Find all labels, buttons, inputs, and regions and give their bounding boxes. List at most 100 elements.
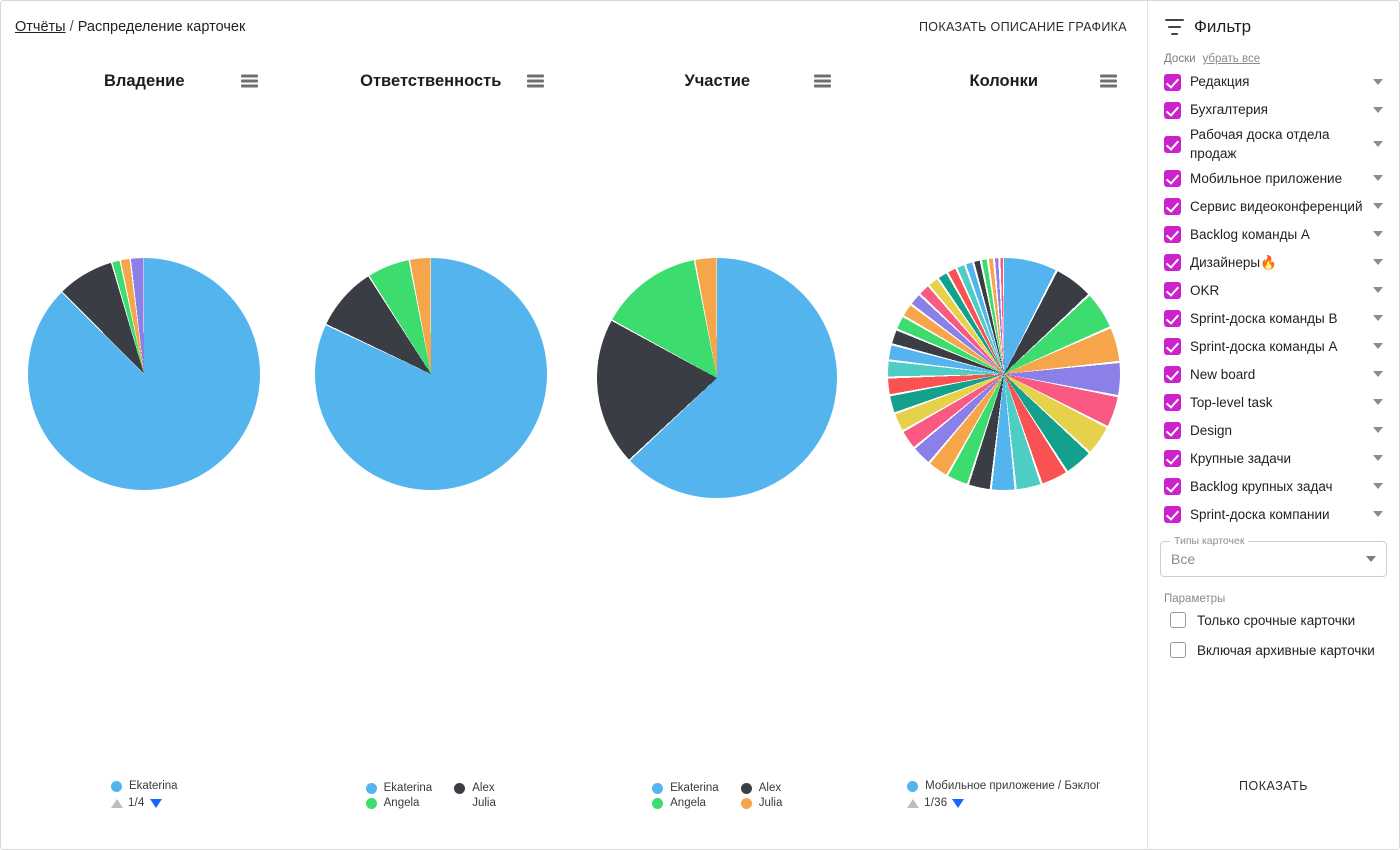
checkbox[interactable] — [1164, 101, 1181, 119]
legend-label: Ekaterina — [670, 782, 719, 794]
triangle-down-icon[interactable] — [952, 798, 965, 808]
board-label: OKR — [1190, 282, 1220, 298]
legend-item[interactable]: Alex — [454, 782, 496, 794]
legend-pager: 1/4 — [110, 797, 162, 809]
chart-header: Колонки — [861, 61, 1148, 101]
legend-item[interactable]: Alex — [740, 782, 783, 794]
params-label: Параметры — [1164, 593, 1226, 606]
card-types-select[interactable]: Типы карточек Все — [1160, 535, 1387, 578]
board-filter-row[interactable]: Sprint-доска команды A — [1160, 332, 1387, 360]
chevron-down-icon[interactable] — [1373, 315, 1383, 322]
chevron-down-icon[interactable] — [1373, 141, 1383, 148]
charts-row: Владение Ekaterina 1/4 Ответственность E… — [1, 53, 1147, 849]
chevron-down-icon[interactable] — [1373, 483, 1383, 490]
chevron-down-icon[interactable] — [1373, 259, 1383, 266]
board-filter-row[interactable]: Backlog крупных задач — [1160, 472, 1387, 500]
board-label: Мобильное приложение — [1190, 170, 1343, 186]
checkbox[interactable] — [1164, 135, 1181, 153]
chevron-down-icon[interactable] — [1373, 79, 1383, 85]
checkbox[interactable] — [1164, 337, 1181, 355]
checkbox[interactable] — [1164, 477, 1181, 495]
pie-chart-container — [288, 258, 575, 490]
show-button[interactable]: ПОКАЗАТЬ — [1160, 771, 1387, 801]
param-checkbox-row[interactable]: Включая архивные карточки — [1160, 635, 1387, 665]
chevron-down-icon[interactable] — [1373, 399, 1383, 406]
legend-label: Ekaterina — [383, 782, 433, 794]
board-filter-row[interactable]: Мобильное приложение — [1160, 164, 1387, 192]
legend-item[interactable]: Angela — [652, 797, 719, 809]
board-filter-row[interactable]: Дизайнеры🔥 — [1160, 248, 1387, 276]
checkbox[interactable] — [1164, 73, 1181, 91]
board-label: Top-level task — [1190, 394, 1273, 410]
boards-header: Доски убрать все — [1160, 53, 1387, 65]
legend-item[interactable]: Julia — [454, 797, 496, 809]
param-checkbox-row[interactable]: Только срочные карточки — [1160, 605, 1387, 635]
legend-item[interactable]: Angela — [365, 797, 433, 809]
hamburger-menu-icon[interactable] — [240, 74, 258, 88]
board-filter-row[interactable]: Top-level task — [1160, 388, 1387, 416]
hamburger-menu-icon[interactable] — [527, 74, 544, 88]
checkbox[interactable] — [1164, 393, 1181, 411]
checkbox[interactable] — [1164, 225, 1181, 243]
checkbox[interactable] — [1164, 169, 1181, 187]
pie-chart[interactable] — [28, 258, 261, 490]
pie-chart[interactable] — [887, 258, 1120, 490]
board-filter-row[interactable]: Sprint-доска компании — [1160, 500, 1387, 528]
legend-color-swatch — [454, 782, 466, 794]
legend-color-swatch — [365, 797, 377, 809]
board-filter-row[interactable]: Сервис видеоконференций — [1160, 192, 1387, 220]
board-filter-row[interactable]: New board — [1160, 360, 1387, 388]
checkbox[interactable] — [1164, 365, 1181, 383]
board-filter-row[interactable]: Sprint-доска команды B — [1160, 304, 1387, 332]
legend-item[interactable]: Julia — [740, 797, 782, 809]
chevron-down-icon[interactable] — [1373, 287, 1383, 294]
triangle-up-icon[interactable] — [110, 798, 123, 808]
breadcrumb-link-reports[interactable]: Отчёты — [15, 19, 66, 35]
checkbox[interactable] — [1164, 253, 1181, 271]
card-types-label: Типы карточек — [1170, 535, 1249, 548]
board-filter-row[interactable]: Backlog команды A — [1160, 220, 1387, 248]
pie-chart-container — [861, 258, 1148, 490]
board-filter-row[interactable]: Крупные задачи — [1160, 444, 1387, 472]
clear-all-link[interactable]: убрать все — [1203, 53, 1261, 65]
chevron-down-icon[interactable] — [1373, 175, 1383, 182]
legend-item[interactable]: Ekaterina — [365, 782, 433, 794]
checkbox[interactable] — [1164, 197, 1181, 215]
chevron-down-icon[interactable] — [1373, 203, 1383, 210]
chevron-down-icon[interactable] — [1373, 231, 1383, 238]
checkbox[interactable] — [1170, 612, 1186, 629]
card-types-value: Все — [1171, 551, 1196, 568]
chevron-down-icon[interactable] — [1373, 511, 1383, 518]
board-filter-row[interactable]: Редакция — [1160, 68, 1387, 96]
legend-item[interactable]: Мобильное приложение / Бэклог — [907, 780, 1100, 792]
legend-item[interactable]: Ekaterina — [110, 780, 178, 792]
board-filter-row[interactable]: OKR — [1160, 276, 1387, 304]
chevron-down-icon[interactable] — [1373, 455, 1383, 462]
chart-panel-participation: Участие Ekaterina Angela Alex Julia — [574, 53, 861, 849]
legend-label: Angela — [670, 797, 706, 809]
chevron-down-icon[interactable] — [1373, 371, 1383, 378]
pie-chart[interactable] — [597, 258, 838, 498]
triangle-down-icon[interactable] — [149, 798, 162, 808]
chevron-down-icon[interactable] — [1373, 107, 1383, 113]
top-bar: Отчёты / Распределение карточек ПОКАЗАТЬ… — [1, 1, 1147, 53]
chevron-down-icon[interactable] — [1373, 343, 1383, 350]
legend-item[interactable]: Ekaterina — [652, 782, 719, 794]
board-filter-row[interactable]: Бухгалтерия — [1160, 96, 1387, 124]
board-filter-row[interactable]: Design — [1160, 416, 1387, 444]
checkbox[interactable] — [1164, 309, 1181, 327]
show-chart-description-button[interactable]: ПОКАЗАТЬ ОПИСАНИЕ ГРАФИКА — [915, 14, 1131, 40]
checkbox[interactable] — [1164, 505, 1181, 523]
checkbox[interactable] — [1164, 449, 1181, 467]
checkbox[interactable] — [1164, 421, 1181, 439]
breadcrumb-current: Распределение карточек — [77, 19, 246, 35]
board-filter-row[interactable]: Рабочая доска отдела продаж — [1160, 124, 1387, 164]
checkbox[interactable] — [1170, 642, 1186, 659]
legend-pager: 1/36 — [907, 797, 965, 809]
checkbox[interactable] — [1164, 281, 1181, 299]
pie-chart[interactable] — [314, 258, 547, 490]
hamburger-menu-icon[interactable] — [813, 74, 831, 88]
hamburger-menu-icon[interactable] — [1100, 74, 1117, 88]
chevron-down-icon[interactable] — [1373, 427, 1383, 434]
triangle-up-icon[interactable] — [907, 798, 920, 808]
